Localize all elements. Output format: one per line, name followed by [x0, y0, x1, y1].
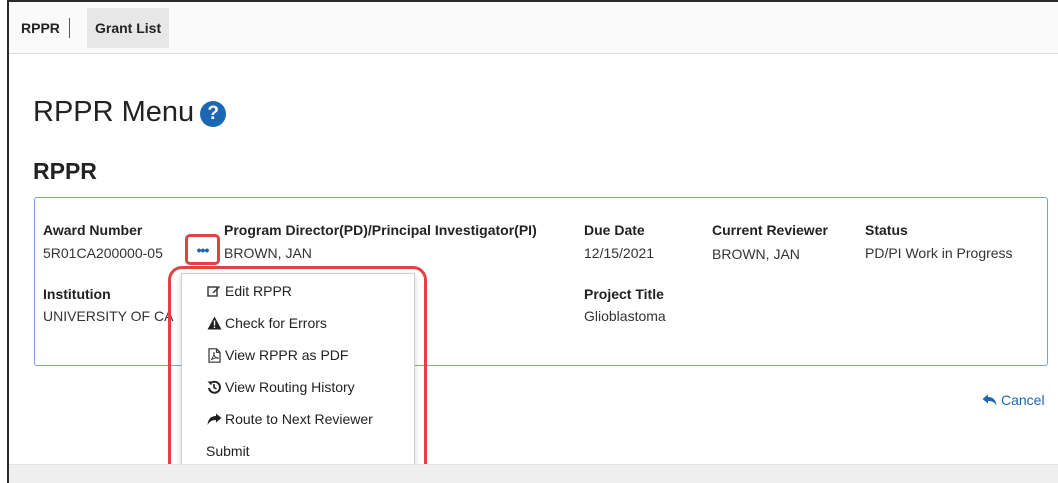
section-title: RPPR [33, 158, 97, 184]
status-label: Status [865, 222, 908, 238]
current-reviewer-value: BROWN, JAN [712, 246, 800, 262]
award-number-value: 5R01CA200000-05 [43, 245, 163, 261]
due-date-label: Due Date [584, 222, 645, 238]
pd-pi-value: BROWN, JAN [224, 245, 312, 261]
pd-pi-label: Program Director(PD)/Principal Investiga… [224, 222, 537, 238]
institution-value: UNIVERSITY OF CA [43, 308, 174, 324]
cancel-link[interactable]: Cancel [982, 392, 1045, 408]
due-date-value: 12/15/2021 [584, 245, 655, 261]
nav-rppr-link[interactable]: RPPR [21, 18, 70, 38]
project-title-value: Glioblastoma [584, 308, 666, 324]
nav-grant-list-tab[interactable]: Grant List [87, 8, 170, 48]
ellipsis-icon: ••• [196, 242, 210, 258]
project-title-label: Project Title [584, 286, 664, 302]
app-frame: RPPR Grant List RPPR Menu? RPPR Award Nu… [7, 0, 1058, 483]
cancel-label: Cancel [1001, 392, 1045, 408]
page-title-text: RPPR Menu [33, 96, 195, 128]
page-title: RPPR Menu? [33, 96, 227, 129]
institution-label: Institution [43, 286, 111, 302]
footer-strip [9, 464, 1058, 483]
reply-arrow-icon [982, 394, 997, 406]
actions-menu-button[interactable]: ••• [185, 234, 220, 265]
top-navbar: RPPR Grant List [9, 2, 1058, 54]
award-number-label: Award Number [43, 222, 143, 238]
status-value: PD/PI Work in Progress [865, 245, 1013, 261]
current-reviewer-label: Current Reviewer [712, 222, 828, 238]
help-icon[interactable]: ? [200, 101, 227, 127]
menu-highlight-outline [168, 266, 427, 483]
